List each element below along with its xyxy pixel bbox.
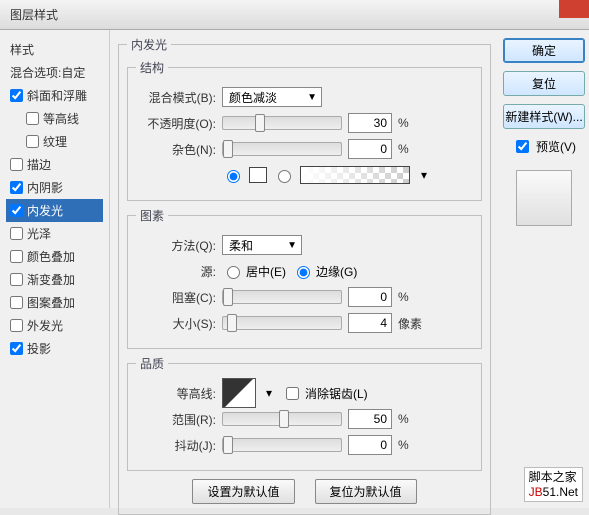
opacity-slider[interactable] [222, 116, 342, 130]
style-checkbox[interactable] [10, 204, 23, 217]
noise-slider[interactable] [222, 142, 342, 156]
chevron-down-icon[interactable]: ▾ [262, 386, 276, 400]
range-slider[interactable] [222, 412, 342, 426]
new-style-button[interactable]: 新建样式(W)... [503, 104, 585, 129]
blend-mode-select[interactable]: 颜色减淡 [222, 87, 322, 107]
color-swatch[interactable] [249, 167, 267, 183]
style-label: 内阴影 [27, 179, 63, 196]
contour-picker[interactable] [222, 378, 256, 408]
contour-label: 等高线: [136, 385, 216, 402]
style-item-7[interactable]: 颜色叠加 [6, 245, 103, 268]
style-item-6[interactable]: 光泽 [6, 222, 103, 245]
choke-slider[interactable] [222, 290, 342, 304]
style-label: 内发光 [27, 202, 63, 219]
style-checkbox[interactable] [26, 112, 39, 125]
style-checkbox[interactable] [10, 273, 23, 286]
styles-sidebar: 样式 混合选项:自定 斜面和浮雕等高线纹理描边内阴影内发光光泽颜色叠加渐变叠加图… [0, 30, 110, 508]
style-item-4[interactable]: 内阴影 [6, 176, 103, 199]
style-label: 等高线 [43, 110, 79, 127]
titlebar[interactable]: 图层样式 [0, 0, 589, 30]
style-label: 斜面和浮雕 [27, 87, 87, 104]
source-edge-radio[interactable]: 边缘(G) [292, 263, 357, 280]
style-label: 颜色叠加 [27, 248, 75, 265]
elements-legend: 图素 [136, 207, 168, 224]
preview-swatch [516, 170, 572, 226]
size-slider[interactable] [222, 316, 342, 330]
layer-style-dialog: 图层样式 样式 混合选项:自定 斜面和浮雕等高线纹理描边内阴影内发光光泽颜色叠加… [0, 0, 589, 508]
size-field[interactable] [348, 313, 392, 333]
style-checkbox[interactable] [10, 342, 23, 355]
watermark: 脚本之家 JB51.Net [524, 467, 583, 502]
style-checkbox[interactable] [10, 250, 23, 263]
color-solid-radio[interactable] [227, 170, 240, 183]
opacity-unit: % [398, 116, 409, 130]
style-label: 光泽 [27, 225, 51, 242]
style-label: 描边 [27, 156, 51, 173]
style-item-0[interactable]: 斜面和浮雕 [6, 84, 103, 107]
preview-checkbox[interactable]: 预览(V) [512, 137, 576, 156]
size-label: 大小(S): [136, 315, 216, 332]
style-label: 投影 [27, 340, 51, 357]
source-center-radio[interactable]: 居中(E) [222, 263, 286, 280]
quality-legend: 品质 [136, 355, 168, 372]
noise-label: 杂色(N): [136, 141, 216, 158]
choke-label: 阻塞(C): [136, 289, 216, 306]
style-checkbox[interactable] [10, 158, 23, 171]
color-gradient-radio[interactable] [278, 170, 291, 183]
effect-panel: 内发光 结构 混合模式(B): 颜色减淡 不透明度(O): % 杂色(N): [110, 30, 499, 508]
style-item-9[interactable]: 图案叠加 [6, 291, 103, 314]
style-checkbox[interactable] [10, 227, 23, 240]
chevron-down-icon[interactable]: ▾ [416, 168, 432, 182]
style-checkbox[interactable] [10, 89, 23, 102]
style-item-11[interactable]: 投影 [6, 337, 103, 360]
panel-title: 内发光 [127, 36, 171, 53]
style-item-2[interactable]: 纹理 [6, 130, 103, 153]
source-label: 源: [136, 263, 216, 280]
style-label: 渐变叠加 [27, 271, 75, 288]
noise-field[interactable] [348, 139, 392, 159]
style-label: 图案叠加 [27, 294, 75, 311]
structure-legend: 结构 [136, 59, 168, 76]
style-checkbox[interactable] [10, 296, 23, 309]
noise-unit: % [398, 142, 409, 156]
style-item-3[interactable]: 描边 [6, 153, 103, 176]
gradient-picker[interactable] [300, 166, 410, 184]
jitter-label: 抖动(J): [136, 437, 216, 454]
style-item-10[interactable]: 外发光 [6, 314, 103, 337]
blend-mode-label: 混合模式(B): [136, 89, 216, 106]
style-checkbox[interactable] [26, 135, 39, 148]
inner-glow-fieldset: 内发光 结构 混合模式(B): 颜色减淡 不透明度(O): % 杂色(N): [118, 36, 491, 515]
style-item-1[interactable]: 等高线 [6, 107, 103, 130]
blending-options[interactable]: 混合选项:自定 [6, 61, 103, 84]
choke-field[interactable] [348, 287, 392, 307]
quality-group: 品质 等高线: ▾ 消除锯齿(L) 范围(R): % 抖动(J): [127, 355, 482, 471]
jitter-field[interactable] [348, 435, 392, 455]
method-label: 方法(Q): [136, 237, 216, 254]
range-field[interactable] [348, 409, 392, 429]
styles-header[interactable]: 样式 [6, 38, 103, 61]
range-label: 范围(R): [136, 411, 216, 428]
style-label: 外发光 [27, 317, 63, 334]
jitter-slider[interactable] [222, 438, 342, 452]
antialias-checkbox[interactable]: 消除锯齿(L) [282, 384, 368, 403]
dialog-buttons: 确定 复位 新建样式(W)... 预览(V) [499, 30, 589, 508]
style-item-5[interactable]: 内发光 [6, 199, 103, 222]
make-default-button[interactable]: 设置为默认值 [192, 479, 294, 504]
style-item-8[interactable]: 渐变叠加 [6, 268, 103, 291]
reset-default-button[interactable]: 复位为默认值 [315, 479, 417, 504]
structure-group: 结构 混合模式(B): 颜色减淡 不透明度(O): % 杂色(N): [127, 59, 482, 201]
elements-group: 图素 方法(Q): 柔和 源: 居中(E) 边缘(G) 阻塞(C): [127, 207, 482, 349]
style-label: 纹理 [43, 133, 67, 150]
style-checkbox[interactable] [10, 181, 23, 194]
ok-button[interactable]: 确定 [503, 38, 585, 63]
window-title: 图层样式 [10, 8, 58, 22]
cancel-button[interactable]: 复位 [503, 71, 585, 96]
opacity-label: 不透明度(O): [136, 115, 216, 132]
style-checkbox[interactable] [10, 319, 23, 332]
close-icon[interactable] [559, 0, 589, 18]
method-select[interactable]: 柔和 [222, 235, 302, 255]
opacity-field[interactable] [348, 113, 392, 133]
